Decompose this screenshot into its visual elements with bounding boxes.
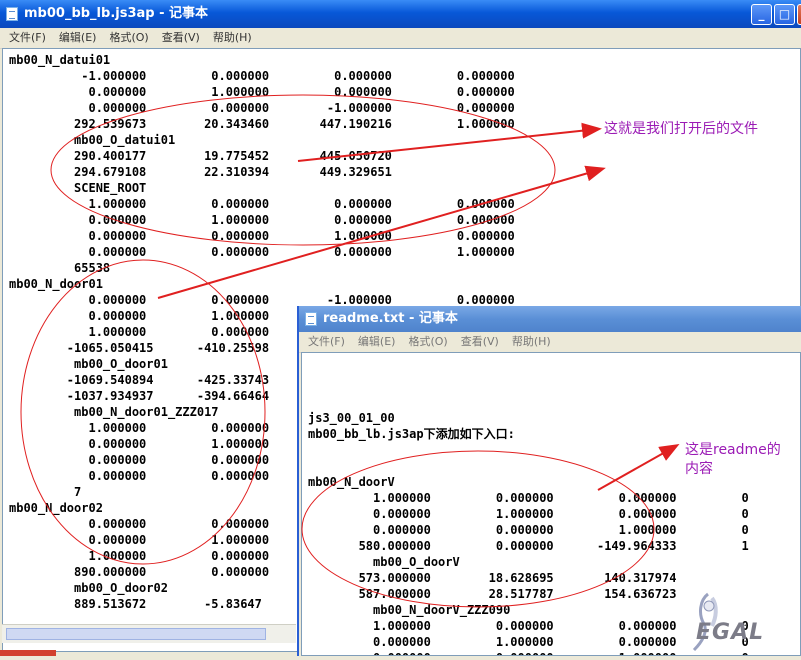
- minimize-button[interactable]: _: [751, 4, 772, 25]
- text-line: 0.000000 1.000000: [9, 437, 270, 451]
- watermark-text: EGAL: [696, 620, 765, 645]
- readme-menu-edit[interactable]: 编辑(E): [358, 332, 396, 352]
- readme-text-line: js3_00_01_00: [308, 411, 395, 425]
- text-line: 1.000000 0.000000: [9, 325, 270, 339]
- readme-text-line: mb00_N_doorV_ZZZ090: [308, 603, 511, 617]
- window-title: mb00_bb_lb.js3ap - 记事本: [24, 6, 209, 21]
- readme-menu-bar: 文件(F) 编辑(E) 格式(O) 查看(V) 帮助(H): [299, 332, 801, 353]
- text-line: 1.000000 0.000000 0.000000 0.000000: [9, 197, 515, 211]
- readme-window-title: readme.txt - 记事本: [323, 311, 458, 326]
- annotation-readme-note-line2: 内容: [685, 461, 713, 477]
- notepad-icon: [6, 7, 18, 21]
- text-line: -1069.540894 -425.33743: [9, 373, 270, 387]
- title-bar[interactable]: mb00_bb_lb.js3ap - 记事本 _ □: [0, 0, 801, 28]
- menu-edit[interactable]: 编辑(E): [59, 28, 97, 48]
- text-line: mb00_N_door01_ZZZ017: [9, 405, 219, 419]
- maximize-button[interactable]: □: [774, 4, 795, 25]
- text-line: 0.000000 1.000000 0.000000 0.000000: [9, 85, 515, 99]
- readme-text-line: mb00_bb_lb.js3ap下添加如下入口:: [308, 427, 515, 441]
- annotation-readme-note-line1: 这是readme的: [685, 442, 781, 458]
- text-line: 0.000000 0.000000: [9, 517, 270, 531]
- text-line: mb00_N_door01: [9, 277, 103, 291]
- text-line: -1065.050415 -410.25598: [9, 341, 270, 355]
- readme-notepad-icon: [305, 312, 317, 326]
- text-line: 292.539673 20.343460 447.190216 1.000000: [9, 117, 515, 131]
- horizontal-scrollbar[interactable]: [2, 624, 296, 643]
- readme-menu-file[interactable]: 文件(F): [308, 332, 345, 352]
- text-line: 0.000000 0.000000: [9, 469, 270, 483]
- text-line: 0.000000 1.000000: [9, 309, 270, 323]
- taskbar-strip: [0, 650, 56, 656]
- text-line: -1037.934937 -394.66464: [9, 389, 270, 403]
- text-line: 1.000000 0.000000: [9, 549, 270, 563]
- text-line: 290.400177 19.775452 445.050720: [9, 149, 392, 163]
- text-line: 294.679108 22.310394 449.329651: [9, 165, 392, 179]
- text-line: -1.000000 0.000000 0.000000 0.000000: [9, 69, 515, 83]
- text-line: mb00_N_door02: [9, 501, 103, 515]
- text-line: 0.000000 1.000000 0.000000 0.000000: [9, 213, 515, 227]
- readme-menu-view[interactable]: 查看(V): [461, 332, 499, 352]
- text-line: 0.000000 0.000000: [9, 453, 270, 467]
- annotation-file-note: 这就是我们打开后的文件: [604, 121, 758, 137]
- text-line: 0.000000 0.000000 0.000000 1.000000: [9, 245, 515, 259]
- readme-menu-help[interactable]: 帮助(H): [512, 332, 551, 352]
- text-line: 7: [9, 485, 82, 499]
- menu-help[interactable]: 帮助(H): [213, 28, 252, 48]
- readme-text-line: 1.000000 0.000000 0.000000 0: [308, 491, 749, 505]
- close-button[interactable]: [797, 4, 801, 25]
- scrollbar-thumb[interactable]: [6, 628, 266, 640]
- menu-format[interactable]: 格式(O): [109, 28, 148, 48]
- text-line: 889.513672 -5.83647: [9, 597, 262, 611]
- menu-view[interactable]: 查看(V): [162, 28, 200, 48]
- text-line: 890.000000 0.000000: [9, 565, 270, 579]
- text-line: 0.000000 1.000000: [9, 533, 270, 547]
- text-line: mb00_N_datui01: [9, 53, 111, 67]
- text-line: 0.000000 0.000000 1.000000 0.000000: [9, 229, 515, 243]
- text-line: mb00_O_door02: [9, 581, 168, 595]
- text-line: SCENE_ROOT: [9, 181, 147, 195]
- readme-text-line: mb00_N_doorV: [308, 475, 395, 489]
- readme-text-line: mb00_O_doorV: [308, 555, 460, 569]
- readme-text-line: 0.000000 1.000000 0.000000 0: [308, 507, 749, 521]
- menu-bar: 文件(F) 编辑(E) 格式(O) 查看(V) 帮助(H): [0, 28, 801, 49]
- text-line: 65538: [9, 261, 111, 275]
- text-line: 0.000000 0.000000 -1.000000 0.000000: [9, 101, 515, 115]
- menu-file[interactable]: 文件(F): [9, 28, 46, 48]
- readme-title-bar[interactable]: readme.txt - 记事本: [299, 306, 801, 332]
- text-line: 1.000000 0.000000: [9, 421, 270, 435]
- readme-text-line: 580.000000 0.000000 -149.964333 1: [308, 539, 749, 553]
- text-line: mb00_O_datui01: [9, 133, 176, 147]
- text-line: mb00_O_door01: [9, 357, 168, 371]
- watermark-logo: EGAL: [678, 590, 798, 656]
- readme-text-line: 573.000000 18.628695 140.317974: [308, 571, 677, 585]
- readme-text-line: 587.000000 28.517787 154.636723: [308, 587, 677, 601]
- readme-menu-format[interactable]: 格式(O): [408, 332, 447, 352]
- readme-text-line: 0.000000 0.000000 1.000000 0: [308, 523, 749, 537]
